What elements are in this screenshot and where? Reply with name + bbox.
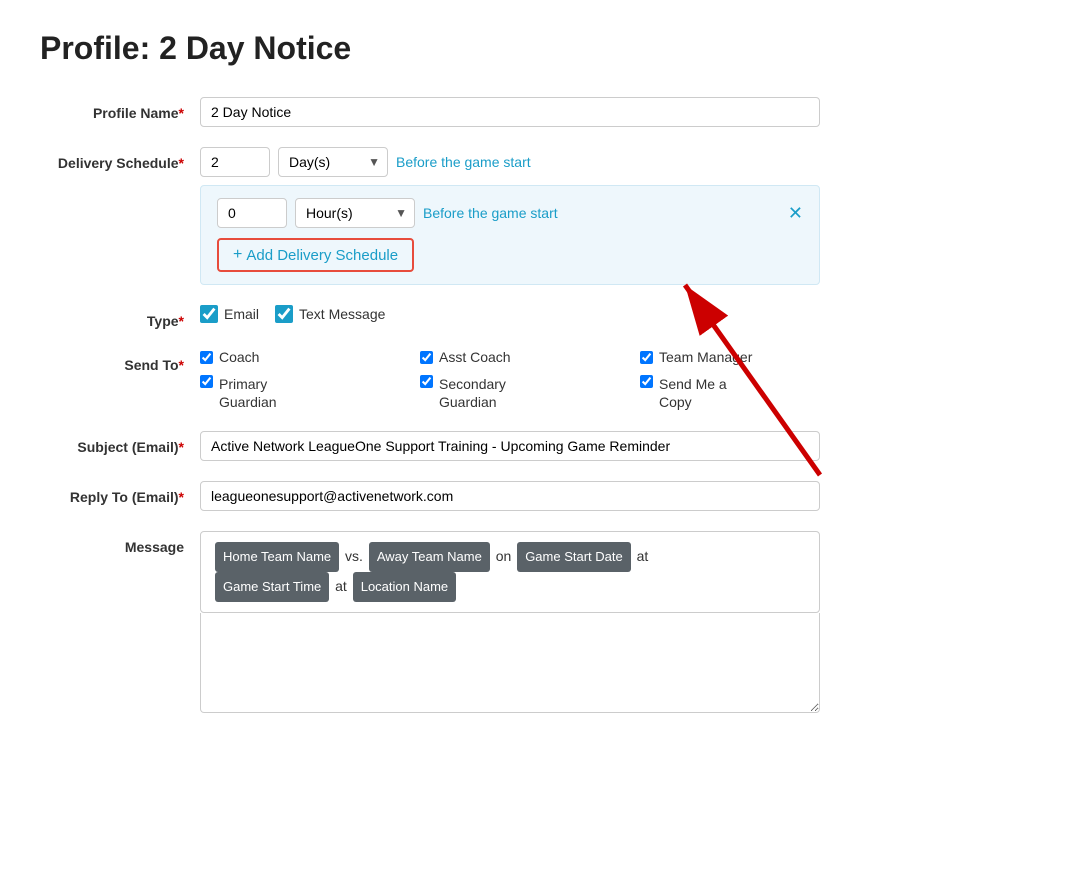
profile-name-label: Profile Name* (40, 97, 200, 121)
send-to-asst-coach-checkbox[interactable] (420, 351, 433, 364)
send-to-team-manager: Team Manager (640, 349, 840, 365)
tag-game-start-date: Game Start Date (517, 542, 631, 572)
send-to-label: Send To* (40, 349, 200, 373)
hours-unit-select[interactable]: Hour(s) Minute(s) (295, 198, 415, 228)
send-to-team-manager-checkbox[interactable] (640, 351, 653, 364)
send-to-send-me-copy: Send Me aCopy (640, 375, 840, 411)
send-to-primary-guardian: PrimaryGuardian (200, 375, 400, 411)
message-textarea[interactable] (200, 613, 820, 713)
type-text-item: Text Message (275, 305, 385, 323)
before-game-text-2: Before the game start (423, 205, 558, 221)
tag-game-start-time: Game Start Time (215, 572, 329, 602)
before-game-text: Before the game start (396, 154, 531, 170)
days-unit-select[interactable]: Day(s) Week(s) Month(s) (278, 147, 388, 177)
type-label: Type* (40, 305, 200, 329)
hours-input[interactable] (217, 198, 287, 228)
send-to-send-me-copy-label: Send Me aCopy (659, 375, 727, 411)
type-email-label: Email (224, 306, 259, 322)
send-to-coach-checkbox[interactable] (200, 351, 213, 364)
send-to-secondary-guardian: SecondaryGuardian (420, 375, 620, 411)
send-to-primary-guardian-checkbox[interactable] (200, 375, 213, 388)
send-to-primary-guardian-label: PrimaryGuardian (219, 375, 277, 411)
type-text-checkbox[interactable] (275, 305, 293, 323)
reply-to-input[interactable] (200, 481, 820, 511)
send-to-secondary-guardian-label: SecondaryGuardian (439, 375, 506, 411)
page-title: Profile: 2 Day Notice (40, 30, 1045, 67)
additional-schedule-box: Hour(s) Minute(s) ▼ Before the game star… (200, 185, 820, 285)
tag-away-team-name: Away Team Name (369, 542, 490, 572)
type-text-label: Text Message (299, 306, 385, 322)
add-schedule-label: Add Delivery Schedule (246, 247, 398, 264)
send-to-secondary-guardian-checkbox[interactable] (420, 375, 433, 388)
reply-to-label: Reply To (Email)* (40, 481, 200, 505)
message-label: Message (40, 531, 200, 555)
subject-email-input[interactable] (200, 431, 820, 461)
plus-icon: + (233, 246, 242, 264)
type-email-item: Email (200, 305, 259, 323)
message-tags-area: Home Team Name vs. Away Team Name on Gam… (200, 531, 820, 613)
message-content: Home Team Name vs. Away Team Name on Gam… (200, 531, 820, 716)
profile-name-input[interactable] (200, 97, 820, 127)
type-email-checkbox[interactable] (200, 305, 218, 323)
send-to-team-manager-label: Team Manager (659, 349, 752, 365)
remove-schedule-button[interactable]: ✕ (788, 203, 803, 224)
send-to-asst-coach-label: Asst Coach (439, 349, 511, 365)
subject-email-label: Subject (Email)* (40, 431, 200, 455)
delivery-schedule-label: Delivery Schedule* (40, 147, 200, 171)
tag-location-name: Location Name (353, 572, 456, 602)
send-to-send-me-copy-checkbox[interactable] (640, 375, 653, 388)
tag-home-team-name: Home Team Name (215, 542, 339, 572)
days-input[interactable] (200, 147, 270, 177)
send-to-asst-coach: Asst Coach (420, 349, 620, 365)
add-delivery-schedule-button[interactable]: + Add Delivery Schedule (217, 238, 414, 272)
send-to-coach: Coach (200, 349, 400, 365)
send-to-coach-label: Coach (219, 349, 259, 365)
